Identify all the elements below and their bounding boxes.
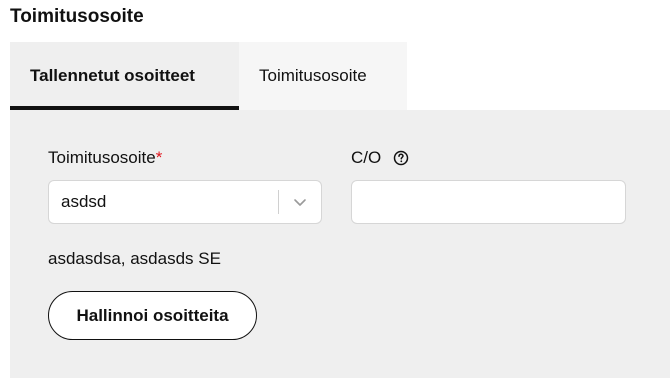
tab-delivery-address[interactable]: Toimitusosoite xyxy=(239,42,407,110)
section-title: Toimitusosoite xyxy=(10,6,144,27)
address-label-text: Toimitusosoite xyxy=(48,148,156,167)
tab-saved-addresses[interactable]: Tallennetut osoitteet xyxy=(10,42,239,110)
selected-address-text: asdasdsa, asdasds SE xyxy=(48,249,221,268)
required-marker: * xyxy=(155,148,163,167)
co-input[interactable] xyxy=(351,180,626,224)
help-circle-icon[interactable] xyxy=(393,150,409,166)
address-field-label: Toimitusosoite * xyxy=(48,148,162,168)
co-field-label: C/O xyxy=(351,148,409,168)
co-label-text: C/O xyxy=(351,148,382,167)
address-select-value: asdsd xyxy=(61,192,107,211)
chevron-down-icon[interactable] xyxy=(279,180,321,224)
address-tabs: Tallennetut osoitteet Toimitusosoite xyxy=(10,42,407,110)
tab-panel: Toimitusosoite * asdsd C/O asdasdsa, asd… xyxy=(10,110,670,378)
manage-addresses-button[interactable]: Hallinnoi osoitteita xyxy=(48,291,257,340)
address-select[interactable]: asdsd xyxy=(48,180,322,224)
delivery-address-section: Toimitusosoite Tallennetut osoitteet Toi… xyxy=(0,0,670,382)
